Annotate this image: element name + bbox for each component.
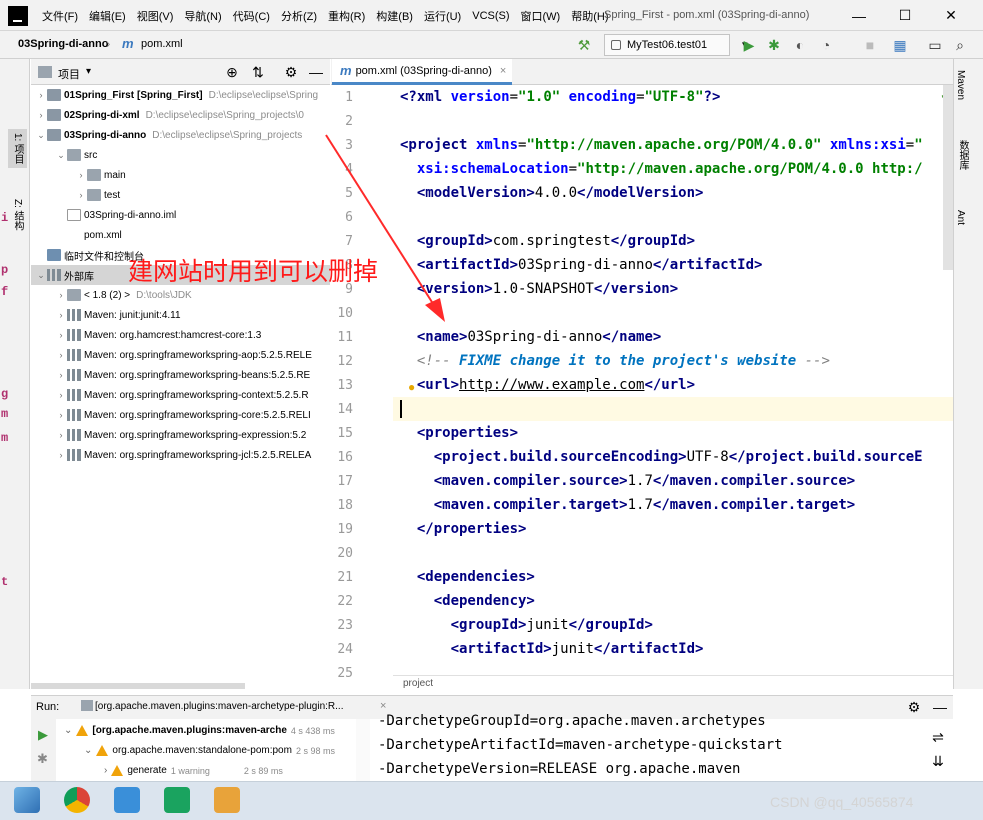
run-item-time: 4 s 438 ms <box>290 725 335 736</box>
annotation-text: 建网站时用到可以删掉 <box>128 257 379 286</box>
run-item-label: [org.apache.maven.plugins:maven-arche <box>92 725 287 736</box>
maven-run-icon <box>81 700 93 711</box>
debug-rerun-icon[interactable]: ✱ <box>37 751 48 767</box>
run-item-label: org.apache.maven:standalone-pom:pom <box>112 745 292 756</box>
run-divider <box>356 719 370 781</box>
run-tree: ⌄ [org.apache.maven.plugins:maven-arche … <box>56 719 356 781</box>
game-app-icon[interactable] <box>214 787 240 813</box>
run-tab[interactable]: [org.apache.maven.plugins:maven-archetyp… <box>95 701 343 712</box>
soft-wrap-icon[interactable]: ⇌ <box>928 727 948 747</box>
warning-icon <box>111 765 124 776</box>
hbuilder-icon[interactable] <box>164 787 190 813</box>
warning-icon <box>76 725 89 736</box>
vpn-app-icon[interactable] <box>114 787 140 813</box>
run-item-label: generate <box>127 765 167 776</box>
scroll-to-end-icon[interactable]: ⇊ <box>928 751 948 771</box>
run-item-time: 2 s 98 ms <box>295 745 335 756</box>
warning-icon <box>96 745 109 756</box>
console-line: -DarchetypeArtifactId=maven-archetype-qu… <box>378 737 783 753</box>
run-tree-item[interactable]: ⌄ [org.apache.maven.plugins:maven-arche … <box>64 725 335 736</box>
run-label: Run: <box>36 701 60 713</box>
run-item-time: 2 s 89 ms <box>243 765 283 776</box>
rerun-icon[interactable]: ▶ <box>38 727 48 743</box>
run-tree-item[interactable]: › generate 1 warning 2 s 89 ms <box>104 765 283 776</box>
chrome-icon[interactable] <box>64 787 90 813</box>
console-line: -DarchetypeVersion=RELEASE org.apache.ma… <box>378 761 741 777</box>
close-icon[interactable]: × <box>380 700 386 712</box>
gear-icon[interactable]: ⚙ <box>904 697 924 717</box>
explorer-icon[interactable] <box>14 787 40 813</box>
watermark: CSDN @qq_40565874 <box>770 794 914 810</box>
hide-icon[interactable]: — <box>930 697 950 717</box>
run-tree-item[interactable]: ⌄ org.apache.maven:standalone-pom:pom 2 … <box>84 745 335 756</box>
run-item-note: 1 warning <box>170 765 210 776</box>
console-line: -DarchetypeGroupId=org.apache.maven.arch… <box>378 713 766 729</box>
